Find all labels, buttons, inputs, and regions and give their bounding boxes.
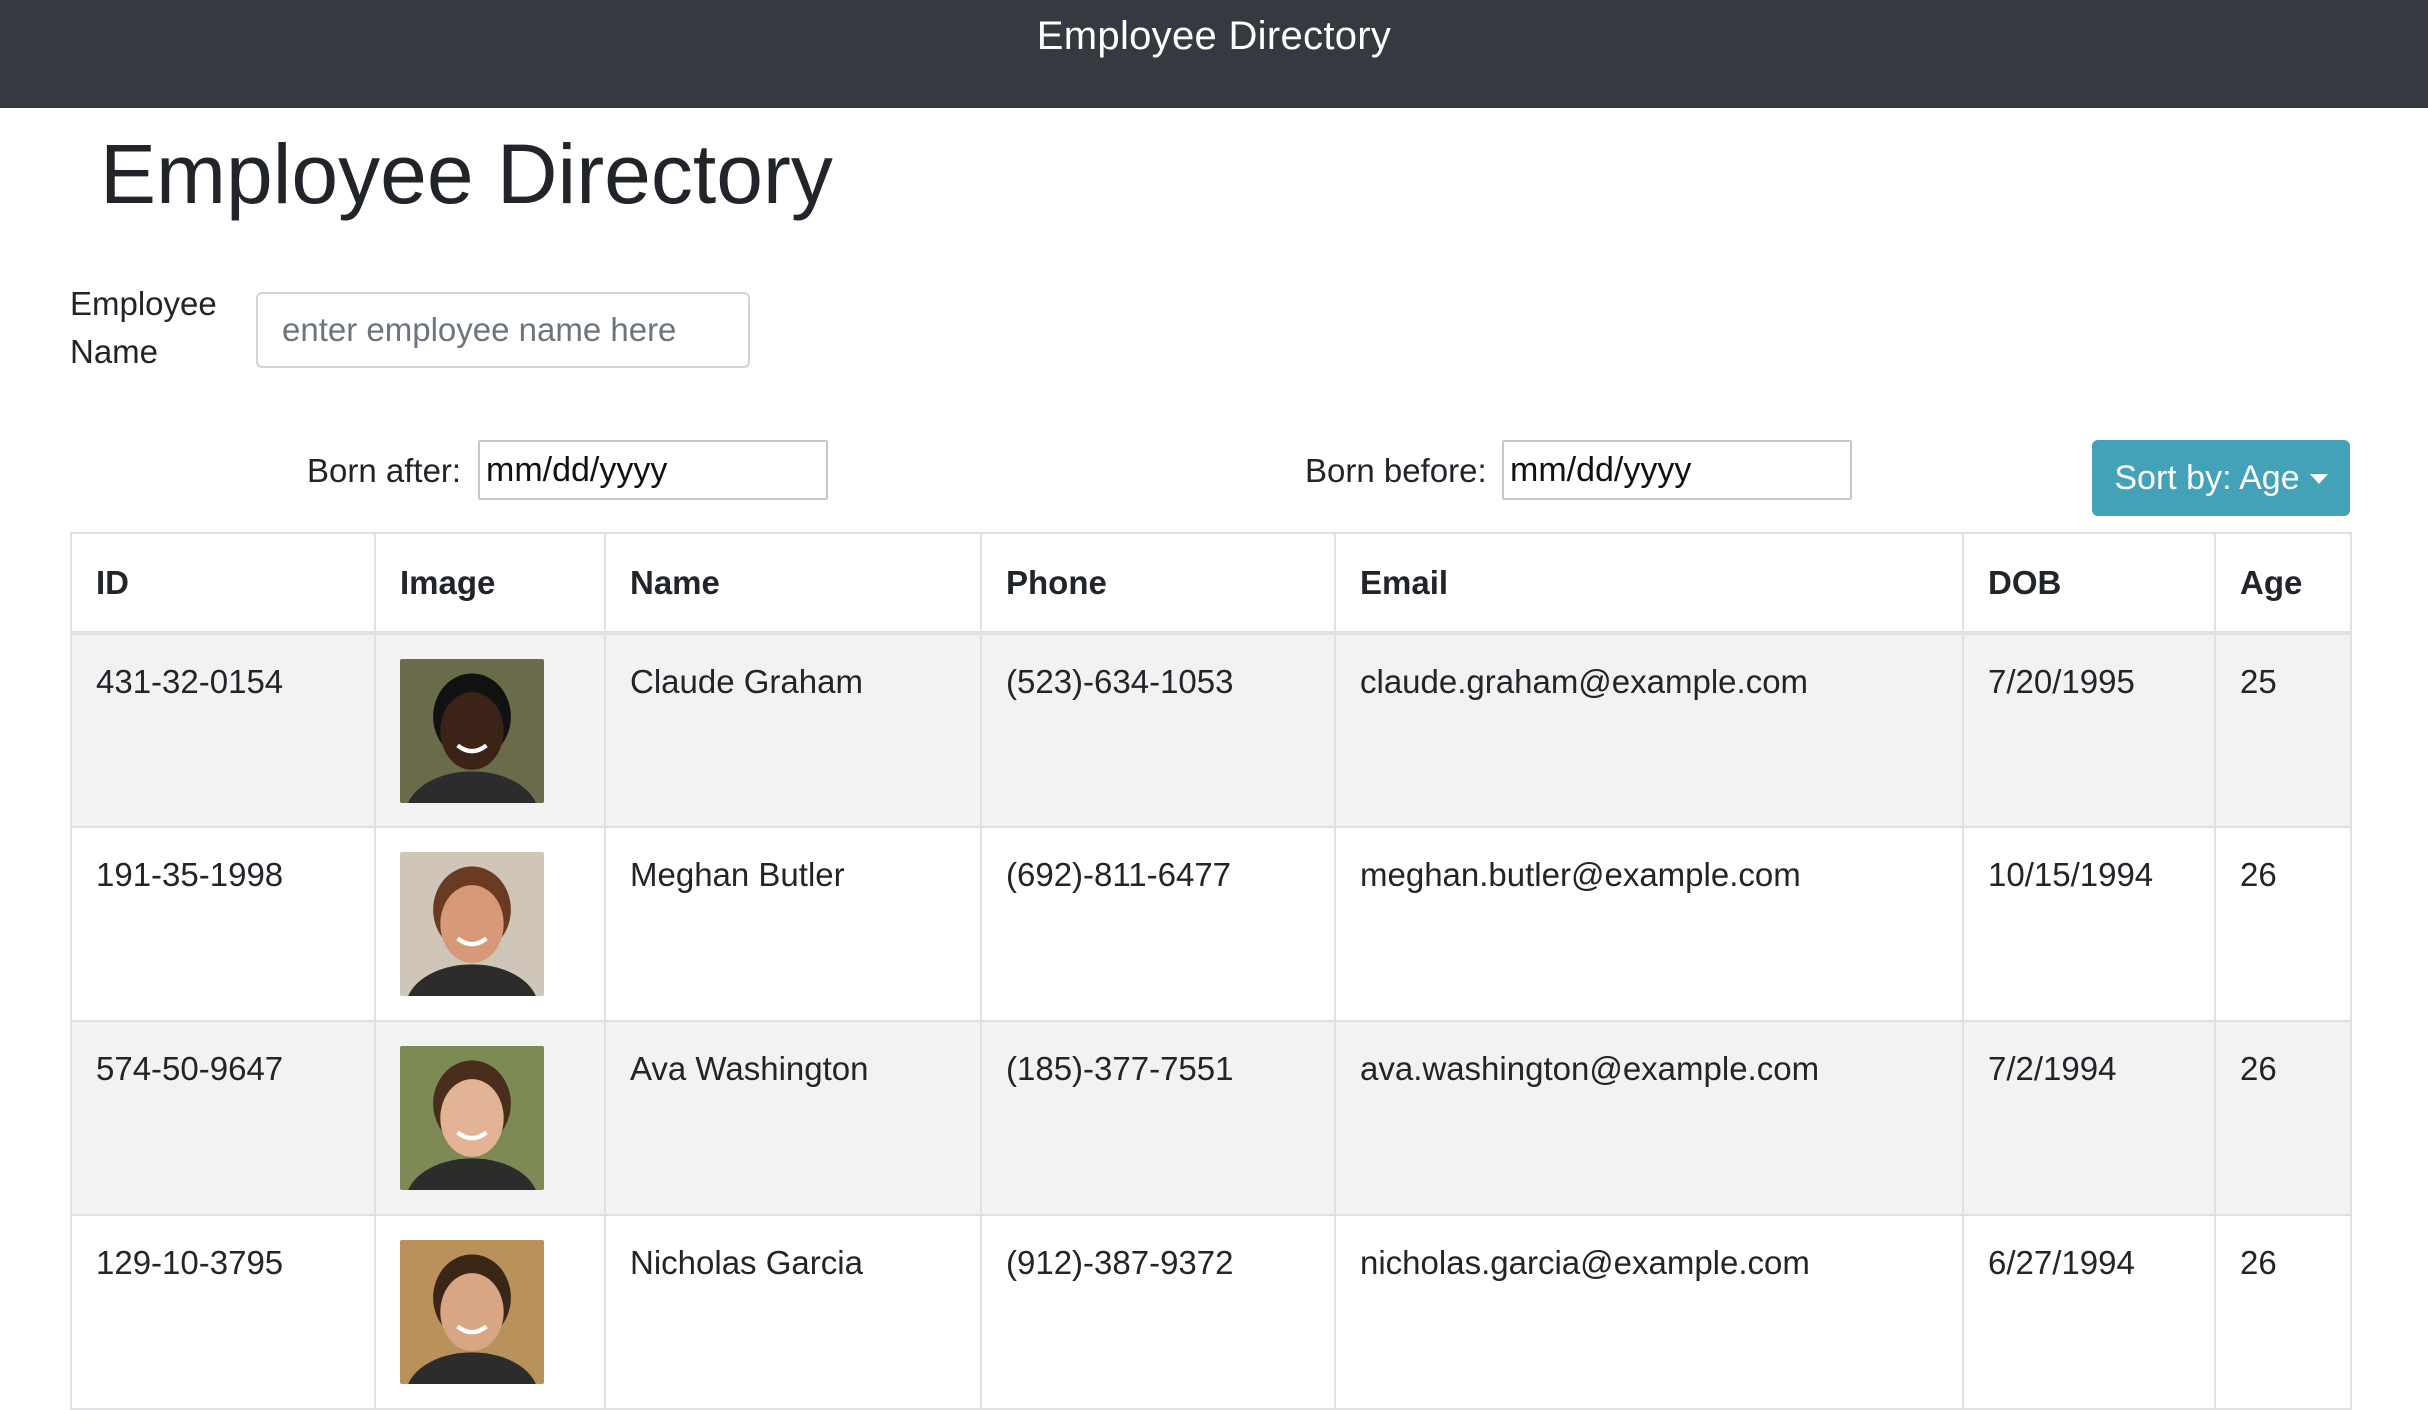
cell-phone: (912)-387-9372 — [980, 1214, 1336, 1410]
table-row: 129-10-3795 Nicholas Garcia (912)-387-9372… — [70, 1214, 2352, 1410]
cell-image — [374, 1214, 606, 1410]
cell-image — [374, 1020, 606, 1216]
born-before-date-input[interactable] — [1502, 440, 1852, 500]
table-row: 191-35-1998 Meghan Butler (692)-811-6477 me… — [70, 826, 2352, 1022]
born-after-label: Born after: — [307, 452, 462, 489]
employee-avatar — [400, 659, 544, 803]
column-header-name[interactable]: Name — [604, 532, 982, 635]
cell-phone: (185)-377-7551 — [980, 1020, 1336, 1216]
sort-button-label: Sort by: Age — [2114, 458, 2300, 497]
cell-name: Meghan Butler — [604, 826, 982, 1022]
table-header-row: ID Image Name Phone Email DOB Age — [70, 532, 2352, 635]
cell-name: Ava Washington — [604, 1020, 982, 1216]
column-header-email[interactable]: Email — [1334, 532, 1964, 635]
page-title: Employee Directory — [100, 127, 833, 221]
employee-name-input[interactable] — [256, 292, 750, 368]
sort-by-dropdown-button[interactable]: Sort by: Age — [2092, 440, 2350, 516]
cell-age: 26 — [2214, 1214, 2352, 1410]
cell-id: 574-50-9647 — [70, 1020, 376, 1216]
employee-avatar — [400, 852, 544, 996]
cell-dob: 6/27/1994 — [1962, 1214, 2216, 1410]
column-header-dob[interactable]: DOB — [1962, 532, 2216, 635]
cell-dob: 7/20/1995 — [1962, 632, 2216, 828]
cell-phone: (523)-634-1053 — [980, 632, 1336, 828]
cell-age: 26 — [2214, 826, 2352, 1022]
cell-name: Claude Graham — [604, 632, 982, 828]
table-row: 431-32-0154 Claude Graham (523)-634-1053 cl… — [70, 632, 2352, 828]
cell-id: 191-35-1998 — [70, 826, 376, 1022]
cell-age: 25 — [2214, 632, 2352, 828]
cell-email: meghan.butler@example.com — [1334, 826, 1964, 1022]
cell-dob: 7/2/1994 — [1962, 1020, 2216, 1216]
table-row: 574-50-9647 Ava Washington (185)-377-7551 a… — [70, 1020, 2352, 1216]
born-after-date-input[interactable] — [478, 440, 828, 500]
caret-down-icon — [2309, 474, 2328, 484]
column-header-image[interactable]: Image — [374, 532, 606, 635]
cell-age: 26 — [2214, 1020, 2352, 1216]
employee-avatar — [400, 1240, 544, 1384]
column-header-id[interactable]: ID — [70, 532, 376, 635]
column-header-age[interactable]: Age — [2214, 532, 2352, 635]
cell-phone: (692)-811-6477 — [980, 826, 1336, 1022]
employee-name-label: Employee Name — [70, 285, 217, 370]
cell-email: ava.washington@example.com — [1334, 1020, 1964, 1216]
navbar-title: Employee Directory — [1036, 14, 1392, 58]
employee-table: ID Image Name Phone Email DOB Age 431-32… — [70, 532, 2352, 1410]
cell-id: 129-10-3795 — [70, 1214, 376, 1410]
column-header-phone[interactable]: Phone — [980, 532, 1336, 635]
cell-dob: 10/15/1994 — [1962, 826, 2216, 1022]
cell-image — [374, 632, 606, 828]
cell-image — [374, 826, 606, 1022]
cell-id: 431-32-0154 — [70, 632, 376, 828]
cell-name: Nicholas Garcia — [604, 1214, 982, 1410]
employee-avatar — [400, 1046, 544, 1190]
born-before-label: Born before: — [1305, 452, 1487, 489]
cell-email: claude.graham@example.com — [1334, 632, 1964, 828]
top-navbar: Employee Directory — [0, 0, 2428, 108]
cell-email: nicholas.garcia@example.com — [1334, 1214, 1964, 1410]
